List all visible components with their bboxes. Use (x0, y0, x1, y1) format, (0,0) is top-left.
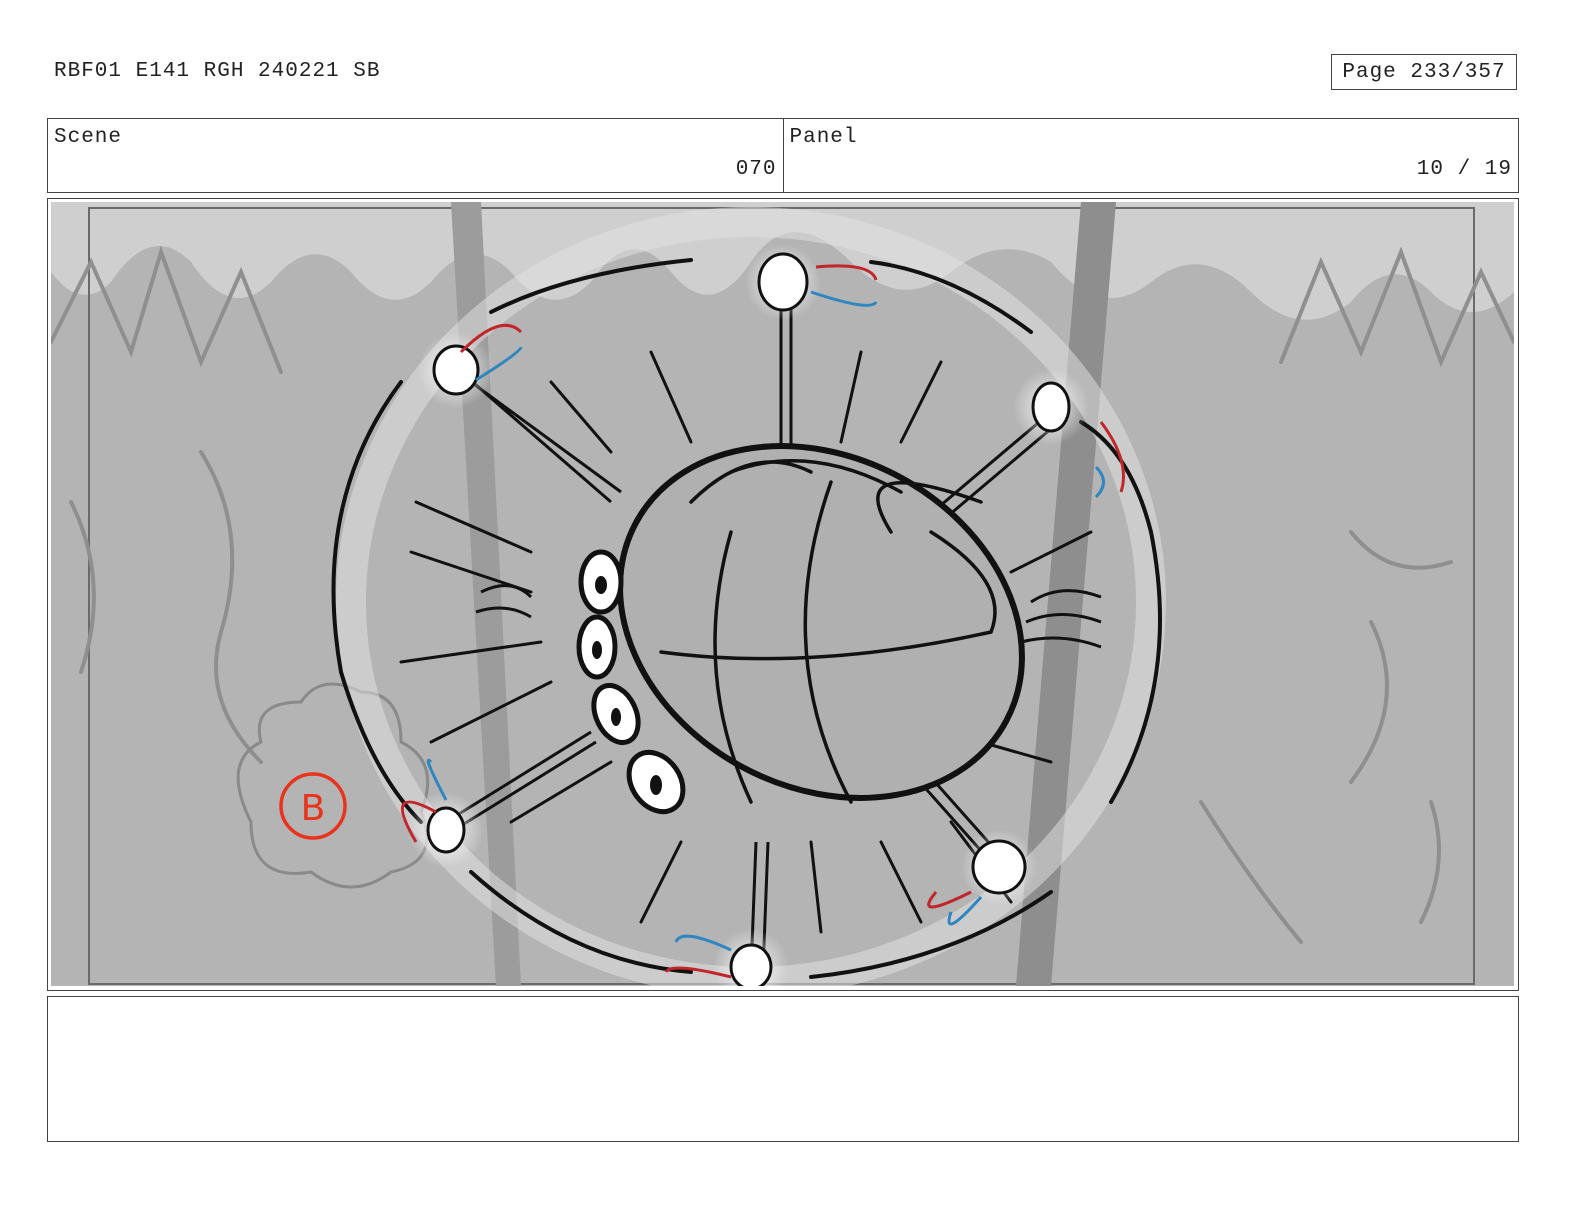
document-title: RBF01 E141 RGH 240221 SB (54, 60, 381, 83)
scene-cell: Scene 070 (48, 119, 783, 192)
scene-label: Scene (54, 126, 123, 149)
notes-box (47, 996, 1519, 1142)
panel-label: Panel (789, 126, 858, 149)
scene-value: 070 (735, 158, 777, 181)
storyboard-sketch: B (51, 202, 1514, 986)
shot-marker-letter: B (301, 788, 326, 829)
scene-panel-header: Scene 070 Panel 10 / 19 (47, 118, 1519, 193)
page-number: Page 233/357 (1331, 54, 1517, 90)
panel-value: 10 / 19 (1416, 158, 1512, 181)
panel-cell: Panel 10 / 19 (782, 119, 1519, 192)
storyboard-frame: B (47, 198, 1519, 991)
